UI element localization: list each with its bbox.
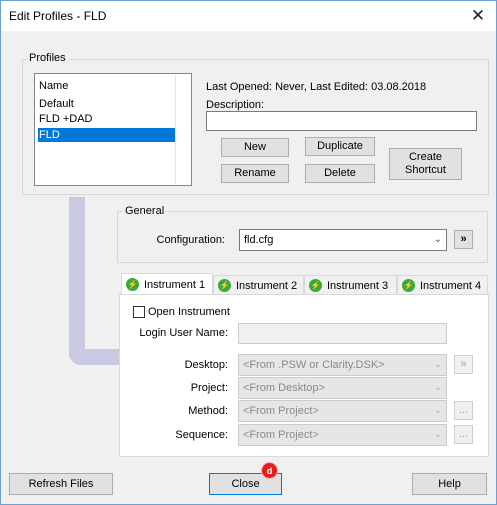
tab-label: Instrument 1 bbox=[144, 278, 206, 291]
profiles-list[interactable]: Name Default FLD +DAD FLD bbox=[34, 73, 192, 186]
profile-connector-vertical bbox=[69, 197, 85, 365]
green-lightning-circle-icon: ⚡ bbox=[126, 278, 139, 291]
open-instrument-checkbox[interactable] bbox=[133, 306, 145, 318]
edit-profiles-dialog: Edit Profiles - FLD ✕ Profiles Name Defa… bbox=[0, 0, 497, 505]
chevron-down-icon: ⌄ bbox=[433, 382, 442, 393]
profile-item-fld[interactable]: FLD bbox=[38, 128, 175, 142]
method-value: <From Project> bbox=[243, 405, 319, 417]
create-shortcut-button[interactable]: Create Shortcut bbox=[389, 148, 462, 180]
tab-label: Instrument 4 bbox=[420, 279, 482, 292]
desktop-label: Desktop: bbox=[184, 359, 228, 371]
desktop-select[interactable]: <From .PSW or Clarity.DSK> ⌄ bbox=[238, 354, 447, 376]
chevron-down-icon: ⌄ bbox=[433, 234, 442, 245]
new-button[interactable]: New bbox=[221, 138, 289, 157]
rename-button[interactable]: Rename bbox=[221, 164, 289, 183]
list-header-name: Name bbox=[39, 80, 69, 92]
tab-instrument-4[interactable]: ⚡ Instrument 4 bbox=[397, 275, 488, 295]
chevron-down-icon: ⌄ bbox=[433, 429, 442, 440]
tab-instrument-1[interactable]: ⚡ Instrument 1 bbox=[121, 273, 213, 295]
tab-instrument-3[interactable]: ⚡ Instrument 3 bbox=[304, 275, 397, 295]
login-user-input[interactable] bbox=[238, 323, 447, 344]
configuration-label: Configuration: bbox=[156, 234, 226, 246]
general-group-title: General bbox=[123, 205, 167, 217]
chevron-down-icon: ⌄ bbox=[433, 359, 442, 370]
sequence-select[interactable]: <From Project> ⌄ bbox=[238, 424, 447, 446]
project-label: Project: bbox=[190, 382, 228, 394]
configuration-select[interactable]: fld.cfg ⌄ bbox=[239, 229, 447, 251]
description-input[interactable] bbox=[206, 111, 477, 131]
window-title: Edit Profiles - FLD bbox=[9, 9, 107, 23]
duplicate-button[interactable]: Duplicate bbox=[305, 137, 375, 156]
method-select[interactable]: <From Project> ⌄ bbox=[238, 400, 447, 422]
refresh-files-button[interactable]: Refresh Files bbox=[9, 473, 113, 495]
green-lightning-circle-icon: ⚡ bbox=[309, 279, 322, 292]
login-user-label: Login User Name: bbox=[139, 327, 228, 339]
profile-item-default[interactable]: Default bbox=[39, 97, 74, 111]
annotation-badge: d bbox=[262, 463, 277, 478]
profile-item-fld-dad[interactable]: FLD +DAD bbox=[39, 112, 93, 126]
project-select[interactable]: <From Desktop> ⌄ bbox=[238, 377, 447, 399]
delete-button[interactable]: Delete bbox=[305, 164, 375, 183]
green-lightning-circle-icon: ⚡ bbox=[402, 279, 415, 292]
sequence-label: Sequence: bbox=[175, 429, 228, 441]
green-lightning-circle-icon: ⚡ bbox=[218, 279, 231, 292]
profile-connector-horizontal bbox=[69, 349, 125, 365]
description-label: Description: bbox=[206, 99, 265, 111]
chevron-down-icon: ⌄ bbox=[433, 405, 442, 416]
sequence-value: <From Project> bbox=[243, 429, 319, 441]
project-value: <From Desktop> bbox=[243, 382, 325, 394]
open-instrument-label: Open Instrument bbox=[148, 306, 230, 318]
help-button[interactable]: Help bbox=[412, 473, 487, 495]
tab-label: Instrument 3 bbox=[327, 279, 389, 292]
list-scroll-area[interactable] bbox=[175, 75, 191, 184]
title-bar: Edit Profiles - FLD ✕ bbox=[1, 1, 496, 31]
sequence-browse-button[interactable]: ... bbox=[454, 425, 473, 444]
desktop-value: <From .PSW or Clarity.DSK> bbox=[243, 359, 385, 371]
tab-label: Instrument 2 bbox=[236, 279, 298, 292]
profile-info-text: Last Opened: Never, Last Edited: 03.08.2… bbox=[206, 81, 427, 93]
configuration-value: fld.cfg bbox=[244, 234, 274, 246]
tab-instrument-2[interactable]: ⚡ Instrument 2 bbox=[213, 275, 304, 295]
method-browse-button[interactable]: ... bbox=[454, 401, 473, 420]
profiles-group-title: Profiles bbox=[27, 52, 68, 64]
configuration-browse-button[interactable]: » bbox=[454, 230, 473, 249]
method-label: Method: bbox=[188, 405, 228, 417]
close-icon[interactable]: ✕ bbox=[460, 1, 496, 31]
desktop-browse-button[interactable]: » bbox=[454, 355, 473, 374]
